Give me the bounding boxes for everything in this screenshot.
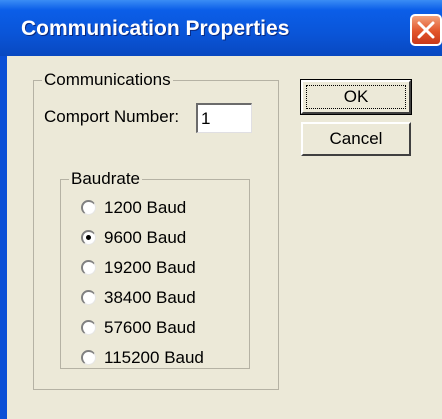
communications-group: Communications Comport Number: Baudrate … xyxy=(33,70,279,390)
window-title: Communication Properties xyxy=(21,17,290,40)
radio-button[interactable] xyxy=(81,350,96,365)
comport-number-field[interactable] xyxy=(196,103,252,133)
baudrate-option-label: 19200 Baud xyxy=(104,258,196,277)
radio-button[interactable] xyxy=(81,260,96,275)
dialog-body: Communications Comport Number: Baudrate … xyxy=(7,56,442,419)
baudrate-option-label: 38400 Baud xyxy=(104,288,196,307)
baudrate-group: Baudrate 1200 Baud 9600 Baud 19200 Baud 384… xyxy=(60,169,250,369)
baudrate-options: 1200 Baud 9600 Baud 19200 Baud 38400 Baud 57… xyxy=(81,198,241,368)
title-bar[interactable]: Communication Properties xyxy=(0,0,442,56)
ok-button[interactable]: OK xyxy=(300,79,412,115)
baudrate-option-label: 1200 Baud xyxy=(104,198,187,217)
close-icon xyxy=(417,21,435,39)
comport-label: Comport Number: xyxy=(44,107,180,126)
radio-button[interactable] xyxy=(81,230,96,245)
radio-button[interactable] xyxy=(81,200,96,215)
baudrate-option-label: 57600 Baud xyxy=(104,318,196,337)
communications-group-label: Communications xyxy=(42,70,173,90)
radio-button[interactable] xyxy=(81,320,96,335)
baudrate-option-label: 115200 Baud xyxy=(104,348,204,367)
radio-button[interactable] xyxy=(81,290,96,305)
baudrate-option-label: 9600 Baud xyxy=(104,228,187,247)
dialog-window: Communication Properties Communications … xyxy=(0,0,442,419)
cancel-button[interactable]: Cancel xyxy=(301,122,411,156)
radio-selected-dot xyxy=(86,235,91,240)
close-button[interactable] xyxy=(410,14,442,46)
baudrate-group-label: Baudrate xyxy=(69,169,142,189)
cancel-button-label: Cancel xyxy=(329,129,383,148)
focus-rectangle xyxy=(306,85,406,109)
